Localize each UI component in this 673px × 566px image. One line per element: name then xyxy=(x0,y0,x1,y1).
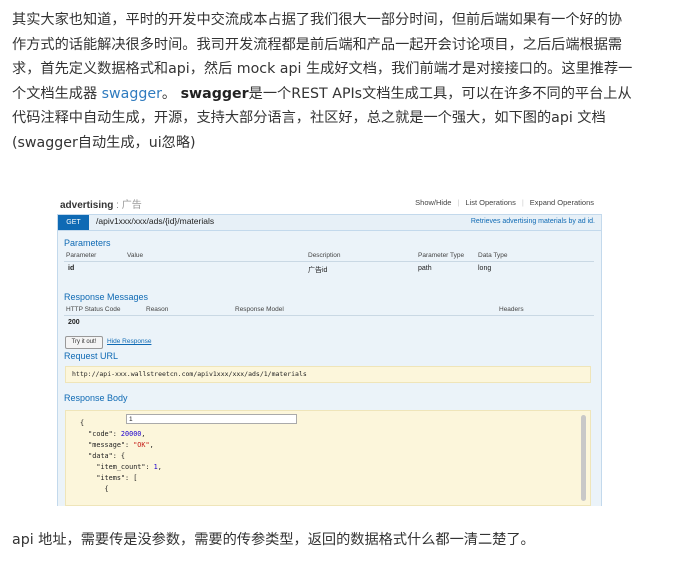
swagger-screenshot: advertising : 广告 Show/Hide | List Operatio… xyxy=(57,188,602,506)
article-line: 个文档生成器 swagger。 swagger是一个REST APIs文档生成工… xyxy=(12,82,662,107)
resp-header-headers: Headers xyxy=(499,306,524,313)
swagger-bold-text: swagger xyxy=(180,85,249,102)
request-url-heading: Request URL xyxy=(64,351,119,361)
article-text: 是一个REST APIs文档生成工具，可以在许多不同的平台上从 xyxy=(248,85,632,102)
param-header-description: Description xyxy=(308,252,341,259)
code-line: "item_count": 1, xyxy=(80,463,162,471)
param-id-input[interactable]: 1 xyxy=(126,414,297,424)
article-line: 求，首先定义数据格式和api，然后 mock api 生成好文档，我们前端才是对… xyxy=(12,61,633,77)
param-header-data-type: Data Type xyxy=(478,252,508,259)
resource-separator: : xyxy=(113,200,122,211)
request-url-box: http://api-xxx.wallstreetcn.com/apiv1xxx… xyxy=(65,366,591,383)
resource-links: Show/Hide | List Operations | Expand Operati… xyxy=(415,198,594,207)
param-data-type: long xyxy=(478,265,492,272)
response-status-code: 200 xyxy=(68,319,80,326)
response-body-scrollbar[interactable] xyxy=(581,415,586,501)
article-paragraph: 其实大家也知道，平时的开发中交流成本占据了我们很大一部分时间，但前后端如果有一个… xyxy=(12,8,662,155)
show-hide-link[interactable]: Show/Hide xyxy=(415,198,451,207)
article-line: (swagger自动生成，ui忽略) xyxy=(12,134,196,151)
response-body-box: { "code": 20000, "message": "OK", "data"… xyxy=(65,410,591,506)
try-it-out-button[interactable]: Try it out! xyxy=(65,336,103,349)
code-line: "message": "OK", xyxy=(80,441,154,449)
expand-operations-link[interactable]: Expand Operations xyxy=(530,198,594,207)
article-line: 其实大家也知道，平时的开发中交流成本占据了我们很大一部分时间，但前后端如果有一个… xyxy=(12,12,623,28)
divider xyxy=(64,315,594,316)
footer-paragraph: api 地址，需要传是没参数，需要的传参类型，返回的数据格式什么都一清二楚了。 xyxy=(12,532,535,548)
code-line: { xyxy=(80,485,109,493)
article-line: 代码注释中自动生成，开源，支持大部分语言，社区好，总之就是一个强大，如下图的ap… xyxy=(12,110,606,126)
operation-path[interactable]: /apiv1xxx/xxx/ads/{id}/materials xyxy=(96,216,214,226)
article-text: 个文档生成器 xyxy=(12,85,102,102)
operation-header[interactable]: GET /apiv1xxx/xxx/ads/{id}/materials Ret… xyxy=(57,214,602,231)
resource-title[interactable]: advertising : 广告 xyxy=(60,196,142,211)
operation-summary: Retrieves advertising materials by ad id… xyxy=(470,218,595,225)
http-method-badge: GET xyxy=(58,215,89,230)
resp-header-reason: Reason xyxy=(146,306,169,313)
list-operations-link[interactable]: List Operations xyxy=(465,198,515,207)
param-header-parameter: Parameter xyxy=(66,252,97,259)
param-header-value: Value xyxy=(127,252,144,259)
code-line: "code": 20000, xyxy=(80,430,146,438)
article-text: 。 xyxy=(161,85,181,102)
parameters-heading: Parameters xyxy=(64,238,111,248)
article-line: 作方式的话能解决很多时间。我司开发流程都是前后端和产品一起开会讨论项目，之后后端… xyxy=(12,36,623,53)
hide-response-link[interactable]: Hide Response xyxy=(107,338,151,345)
response-body-heading: Response Body xyxy=(64,393,128,403)
code-line: { xyxy=(80,419,85,427)
resource-name: advertising xyxy=(60,200,114,211)
swagger-link[interactable]: swagger xyxy=(102,86,162,102)
code-line: "data": { xyxy=(80,452,126,460)
resp-header-model: Response Model xyxy=(235,306,284,313)
code-line: "items": [ xyxy=(80,474,138,482)
resource-description: 广告 xyxy=(121,200,142,211)
response-messages-heading: Response Messages xyxy=(64,292,149,302)
param-header-type: Parameter Type xyxy=(418,252,465,259)
param-type: path xyxy=(418,265,432,272)
operation-body: Parameters Parameter Value Description P… xyxy=(57,231,602,506)
divider xyxy=(64,261,594,262)
resource-header: advertising : 广告 Show/Hide | List Operatio… xyxy=(57,194,602,215)
param-description: 广告id xyxy=(308,267,328,274)
param-name: id xyxy=(68,265,75,272)
resp-header-status: HTTP Status Code xyxy=(66,306,121,313)
